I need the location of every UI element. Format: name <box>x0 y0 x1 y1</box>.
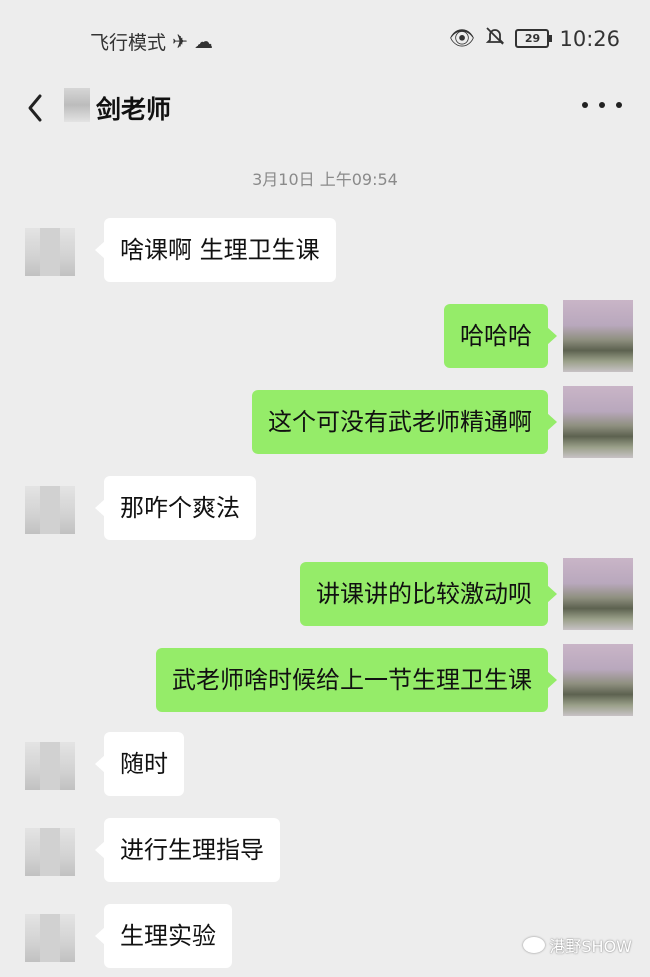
contact-name-blur <box>64 88 90 122</box>
user-avatar[interactable] <box>563 644 633 716</box>
more-dot-icon <box>616 102 622 108</box>
message-bubble[interactable]: 这个可没有武老师精通啊 <box>252 390 557 454</box>
message-bubble[interactable]: 啥课啊 生理卫生课 <box>95 218 336 282</box>
cloud-icon: ☁ <box>193 30 213 53</box>
message-row: 讲课讲的比较激动呗 <box>0 558 650 632</box>
user-avatar[interactable] <box>563 558 633 630</box>
message-row: 武老师啥时候给上一节生理卫生课 <box>0 644 650 718</box>
message-row: 这个可没有武老师精通啊 <box>0 386 650 460</box>
message-row: 进行生理指导 <box>0 818 650 888</box>
message-bubble[interactable]: 生理实验 <box>95 904 232 968</box>
message-bubble[interactable]: 随时 <box>95 732 184 796</box>
watermark-text: 港野SHOW <box>549 937 632 956</box>
user-avatar[interactable] <box>563 300 633 372</box>
chat-title: 剑老师 <box>96 95 172 124</box>
chevron-left-icon <box>28 94 42 122</box>
contact-avatar[interactable] <box>25 486 75 534</box>
user-avatar[interactable] <box>563 386 633 458</box>
contact-avatar[interactable] <box>25 914 75 962</box>
message-bubble[interactable]: 哈哈哈 <box>444 304 557 368</box>
message-bubble[interactable]: 那咋个爽法 <box>95 476 256 540</box>
contact-avatar[interactable] <box>25 228 75 276</box>
more-dot-icon <box>582 102 588 108</box>
chat-header: 剑老师 <box>0 80 650 140</box>
message-row: 那咋个爽法 <box>0 476 650 546</box>
contact-avatar[interactable] <box>25 828 75 876</box>
back-button[interactable] <box>18 86 58 130</box>
contact-avatar[interactable] <box>25 742 75 790</box>
wechat-logo-icon <box>523 937 546 953</box>
status-time: 10:26 <box>559 26 620 51</box>
message-row: 哈哈哈 <box>0 300 650 374</box>
message-timestamp: 3月10日 上午09:54 <box>252 170 398 189</box>
message-bubble[interactable]: 讲课讲的比较激动呗 <box>300 562 557 626</box>
message-bubble[interactable]: 进行生理指导 <box>95 818 280 882</box>
message-row: 随时 <box>0 732 650 802</box>
battery-icon: 29 <box>515 29 553 48</box>
message-bubble[interactable]: 武老师啥时候给上一节生理卫生课 <box>156 648 557 712</box>
status-right: 👁 29 10:26 <box>449 26 620 51</box>
eye-icon: 👁 <box>448 26 476 50</box>
airplane-icon: ✈ <box>172 30 188 53</box>
watermark: 港野SHOW <box>523 933 632 957</box>
status-left: 飞行模式 ✈ ☁ <box>90 28 213 55</box>
more-options-button[interactable] <box>582 90 622 120</box>
message-row: 啥课啊 生理卫生课 <box>0 218 650 288</box>
more-dot-icon <box>599 102 605 108</box>
airplane-mode-label: 飞行模式 <box>90 32 167 54</box>
status-bar: 飞行模式 ✈ ☁ 👁 29 10:26 <box>0 0 650 80</box>
mute-bell-icon <box>485 26 505 51</box>
